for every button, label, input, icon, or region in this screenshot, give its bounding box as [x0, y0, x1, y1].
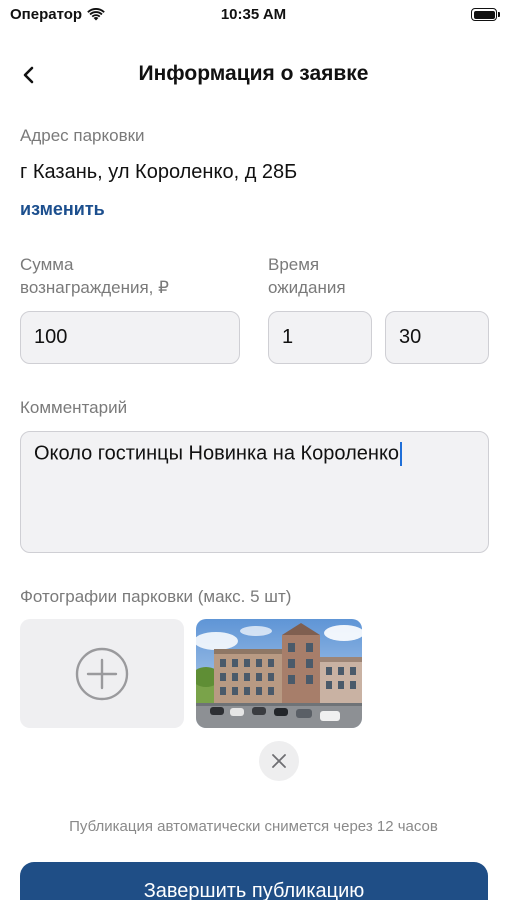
status-time: 10:35 AM [220, 6, 287, 23]
wait-hours-value: 1 [282, 326, 294, 348]
wait-time-label: Время ожидания [268, 253, 346, 299]
close-icon [272, 754, 286, 768]
comment-label: Комментарий [20, 398, 128, 417]
photos-label: Фотографии парковки (макс. 5 шт) [20, 587, 292, 606]
wait-time-label-line2: ожидания [268, 278, 346, 297]
wait-minutes-value: 30 [399, 326, 422, 348]
comment-text: Около гостинцы Новинка на Короленко [34, 442, 403, 466]
address-label: Адрес парковки [20, 126, 145, 145]
finish-publication-button[interactable]: Завершить публикацию [20, 862, 488, 900]
wait-minutes-input[interactable]: 30 [385, 311, 489, 364]
remove-photo-button[interactable] [259, 741, 299, 781]
reward-label-line2: вознаграждения, ₽ [20, 278, 169, 297]
parking-photo-image [196, 619, 362, 728]
plus-circle-icon [75, 647, 129, 700]
status-bar: Оператор 10:35 AM [0, 0, 507, 30]
auto-unpublish-note: Публикация автоматически снимется через … [69, 818, 438, 835]
change-address-link[interactable]: изменить [20, 199, 105, 220]
parking-photo-thumbnail[interactable] [196, 619, 362, 728]
reward-label-line1: Сумма [20, 255, 74, 274]
reward-label: Сумма вознаграждения, ₽ [20, 253, 169, 299]
page-title: Информация о заявке [138, 62, 369, 85]
text-cursor [400, 442, 403, 466]
battery-icon [471, 8, 500, 21]
wait-hours-input[interactable]: 1 [268, 311, 372, 364]
comment-textarea[interactable]: Около гостинцы Новинка на Короленко [20, 431, 489, 553]
reward-input[interactable]: 100 [20, 311, 240, 364]
address-value: г Казань, ул Короленко, д 28Б [20, 161, 298, 183]
wait-time-label-line1: Время [268, 255, 320, 274]
reward-input-value: 100 [34, 326, 68, 348]
add-photo-button[interactable] [20, 619, 184, 728]
navigation-bar: Информация о заявке [0, 52, 507, 98]
